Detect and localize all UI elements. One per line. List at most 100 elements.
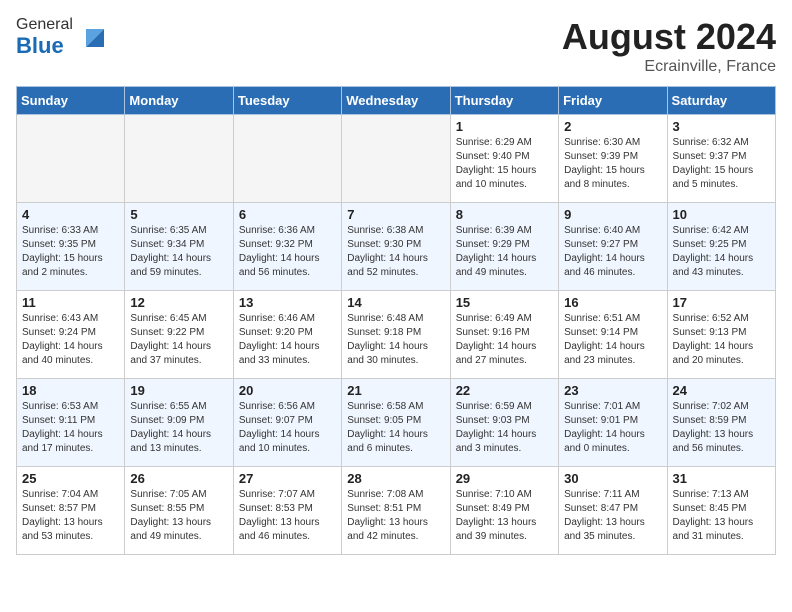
col-header-thursday: Thursday xyxy=(450,87,558,115)
week-row-5: 25Sunrise: 7:04 AM Sunset: 8:57 PM Dayli… xyxy=(17,467,776,555)
day-info: Sunrise: 6:38 AM Sunset: 9:30 PM Dayligh… xyxy=(347,224,444,280)
logo-icon xyxy=(76,19,112,55)
calendar-cell: 24Sunrise: 7:02 AM Sunset: 8:59 PM Dayli… xyxy=(667,379,775,467)
day-number: 23 xyxy=(564,383,661,398)
week-row-2: 4 Sunrise: 6:33 AM Sunset: 9:35 PM Daylig… xyxy=(17,203,776,291)
logo-text: General Blue xyxy=(16,16,112,58)
calendar-cell: 19Sunrise: 6:55 AM Sunset: 9:09 PM Dayli… xyxy=(125,379,233,467)
day-number: 16 xyxy=(564,295,661,310)
day-info: Sunrise: 6:42 AM Sunset: 9:25 PM Dayligh… xyxy=(673,224,770,280)
day-info: Sunrise: 6:48 AM Sunset: 9:18 PM Dayligh… xyxy=(347,312,444,368)
calendar-cell xyxy=(233,115,341,203)
day-number: 9 xyxy=(564,207,661,222)
calendar-cell: 6 Sunrise: 6:36 AM Sunset: 9:32 PM Daylig… xyxy=(233,203,341,291)
day-number: 8 xyxy=(456,207,553,222)
day-info: Sunrise: 6:29 AM Sunset: 9:40 PM Dayligh… xyxy=(456,136,553,192)
calendar-cell xyxy=(17,115,125,203)
day-number: 17 xyxy=(673,295,770,310)
day-number: 24 xyxy=(673,383,770,398)
calendar-cell: 18 Sunrise: 6:53 AM Sunset: 9:11 PM Dayli… xyxy=(17,379,125,467)
calendar-cell: 20Sunrise: 6:56 AM Sunset: 9:07 PM Dayli… xyxy=(233,379,341,467)
day-info: Sunrise: 6:36 AM Sunset: 9:32 PM Dayligh… xyxy=(239,224,336,280)
day-info: Sunrise: 6:53 AM Sunset: 9:11 PM Dayligh… xyxy=(22,400,119,456)
calendar-cell: 21 Sunrise: 6:58 AM Sunset: 9:05 PM Dayli… xyxy=(342,379,450,467)
calendar-cell: 4 Sunrise: 6:33 AM Sunset: 9:35 PM Daylig… xyxy=(17,203,125,291)
day-number: 10 xyxy=(673,207,770,222)
calendar-cell: 31 Sunrise: 7:13 AM Sunset: 8:45 PM Dayli… xyxy=(667,467,775,555)
day-number: 22 xyxy=(456,383,553,398)
day-number: 2 xyxy=(564,119,661,134)
day-info: Sunrise: 6:35 AM Sunset: 9:34 PM Dayligh… xyxy=(130,224,227,280)
day-number: 4 xyxy=(22,207,119,222)
day-number: 27 xyxy=(239,471,336,486)
day-info: Sunrise: 7:07 AM Sunset: 8:53 PM Dayligh… xyxy=(239,488,336,544)
calendar-cell: 9 Sunrise: 6:40 AM Sunset: 9:27 PM Daylig… xyxy=(559,203,667,291)
calendar-cell xyxy=(125,115,233,203)
calendar-cell: 7 Sunrise: 6:38 AM Sunset: 9:30 PM Daylig… xyxy=(342,203,450,291)
week-row-4: 18 Sunrise: 6:53 AM Sunset: 9:11 PM Dayli… xyxy=(17,379,776,467)
day-number: 11 xyxy=(22,295,119,310)
page-header: General Blue August 2024 Ecrainville, Fr… xyxy=(16,16,776,76)
col-header-saturday: Saturday xyxy=(667,87,775,115)
day-info: Sunrise: 7:10 AM Sunset: 8:49 PM Dayligh… xyxy=(456,488,553,544)
day-info: Sunrise: 6:52 AM Sunset: 9:13 PM Dayligh… xyxy=(673,312,770,368)
day-number: 15 xyxy=(456,295,553,310)
day-number: 31 xyxy=(673,471,770,486)
day-info: Sunrise: 6:51 AM Sunset: 9:14 PM Dayligh… xyxy=(564,312,661,368)
day-info: Sunrise: 6:30 AM Sunset: 9:39 PM Dayligh… xyxy=(564,136,661,192)
calendar-cell: 10 Sunrise: 6:42 AM Sunset: 9:25 PM Dayli… xyxy=(667,203,775,291)
calendar-cell: 12Sunrise: 6:45 AM Sunset: 9:22 PM Dayli… xyxy=(125,291,233,379)
day-info: Sunrise: 6:43 AM Sunset: 9:24 PM Dayligh… xyxy=(22,312,119,368)
day-number: 29 xyxy=(456,471,553,486)
day-info: Sunrise: 6:39 AM Sunset: 9:29 PM Dayligh… xyxy=(456,224,553,280)
day-number: 7 xyxy=(347,207,444,222)
day-number: 5 xyxy=(130,207,227,222)
month-year-title: August 2024 xyxy=(562,16,776,58)
day-info: Sunrise: 6:49 AM Sunset: 9:16 PM Dayligh… xyxy=(456,312,553,368)
calendar-cell: 30Sunrise: 7:11 AM Sunset: 8:47 PM Dayli… xyxy=(559,467,667,555)
day-info: Sunrise: 7:05 AM Sunset: 8:55 PM Dayligh… xyxy=(130,488,227,544)
calendar-cell: 17 Sunrise: 6:52 AM Sunset: 9:13 PM Dayli… xyxy=(667,291,775,379)
week-row-1: 1 Sunrise: 6:29 AM Sunset: 9:40 PM Daylig… xyxy=(17,115,776,203)
header-row: SundayMondayTuesdayWednesdayThursdayFrid… xyxy=(17,87,776,115)
calendar-cell: 8 Sunrise: 6:39 AM Sunset: 9:29 PM Daylig… xyxy=(450,203,558,291)
logo-blue: Blue xyxy=(16,33,64,58)
calendar-cell: 26 Sunrise: 7:05 AM Sunset: 8:55 PM Dayli… xyxy=(125,467,233,555)
calendar-cell: 15 Sunrise: 6:49 AM Sunset: 9:16 PM Dayli… xyxy=(450,291,558,379)
calendar-cell: 22Sunrise: 6:59 AM Sunset: 9:03 PM Dayli… xyxy=(450,379,558,467)
day-number: 30 xyxy=(564,471,661,486)
day-number: 18 xyxy=(22,383,119,398)
day-number: 13 xyxy=(239,295,336,310)
day-info: Sunrise: 7:13 AM Sunset: 8:45 PM Dayligh… xyxy=(673,488,770,544)
day-info: Sunrise: 6:32 AM Sunset: 9:37 PM Dayligh… xyxy=(673,136,770,192)
day-info: Sunrise: 6:33 AM Sunset: 9:35 PM Dayligh… xyxy=(22,224,119,280)
calendar-cell xyxy=(342,115,450,203)
calendar-cell: 1 Sunrise: 6:29 AM Sunset: 9:40 PM Daylig… xyxy=(450,115,558,203)
calendar-cell: 28Sunrise: 7:08 AM Sunset: 8:51 PM Dayli… xyxy=(342,467,450,555)
day-number: 1 xyxy=(456,119,553,134)
calendar-table: SundayMondayTuesdayWednesdayThursdayFrid… xyxy=(16,86,776,555)
col-header-wednesday: Wednesday xyxy=(342,87,450,115)
logo: General Blue xyxy=(16,16,112,58)
col-header-friday: Friday xyxy=(559,87,667,115)
week-row-3: 11 Sunrise: 6:43 AM Sunset: 9:24 PM Dayli… xyxy=(17,291,776,379)
day-info: Sunrise: 6:58 AM Sunset: 9:05 PM Dayligh… xyxy=(347,400,444,456)
calendar-cell: 13Sunrise: 6:46 AM Sunset: 9:20 PM Dayli… xyxy=(233,291,341,379)
day-number: 25 xyxy=(22,471,119,486)
calendar-cell: 25Sunrise: 7:04 AM Sunset: 8:57 PM Dayli… xyxy=(17,467,125,555)
col-header-tuesday: Tuesday xyxy=(233,87,341,115)
calendar-cell: 23Sunrise: 7:01 AM Sunset: 9:01 PM Dayli… xyxy=(559,379,667,467)
day-info: Sunrise: 6:40 AM Sunset: 9:27 PM Dayligh… xyxy=(564,224,661,280)
calendar-cell: 27 Sunrise: 7:07 AM Sunset: 8:53 PM Dayli… xyxy=(233,467,341,555)
logo-general: General xyxy=(16,16,73,33)
col-header-monday: Monday xyxy=(125,87,233,115)
day-number: 21 xyxy=(347,383,444,398)
day-info: Sunrise: 6:55 AM Sunset: 9:09 PM Dayligh… xyxy=(130,400,227,456)
calendar-cell: 2 Sunrise: 6:30 AM Sunset: 9:39 PM Daylig… xyxy=(559,115,667,203)
day-number: 6 xyxy=(239,207,336,222)
calendar-cell: 5 Sunrise: 6:35 AM Sunset: 9:34 PM Daylig… xyxy=(125,203,233,291)
day-number: 3 xyxy=(673,119,770,134)
calendar-cell: 11 Sunrise: 6:43 AM Sunset: 9:24 PM Dayli… xyxy=(17,291,125,379)
calendar-cell: 16 Sunrise: 6:51 AM Sunset: 9:14 PM Dayli… xyxy=(559,291,667,379)
day-number: 26 xyxy=(130,471,227,486)
